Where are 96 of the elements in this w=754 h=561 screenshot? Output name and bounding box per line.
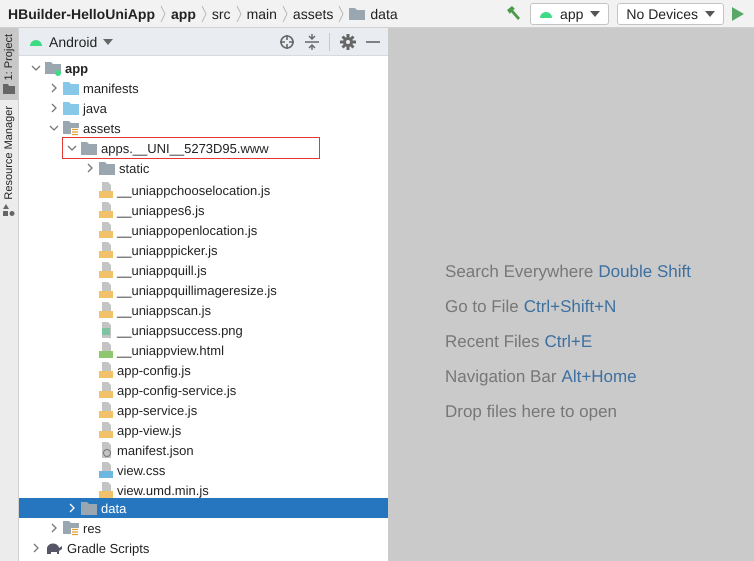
file-icon [99, 262, 113, 278]
file-icon [99, 442, 113, 458]
caret-icon [590, 10, 600, 16]
chevron-icon[interactable] [31, 543, 41, 553]
chevron-icon[interactable] [67, 503, 77, 513]
tree-item[interactable]: manifest.json [117, 442, 194, 458]
file-icon [99, 422, 113, 438]
tree-item[interactable]: __uniappscan.js [117, 302, 211, 318]
folder-icon [63, 81, 79, 95]
file-icon [99, 302, 113, 318]
chevron-icon[interactable] [67, 143, 77, 153]
tree-item[interactable]: app-service.js [117, 402, 198, 418]
tree-item[interactable]: view.umd.min.js [117, 482, 209, 498]
module-folder-icon [45, 60, 61, 76]
tree-item[interactable]: Gradle Scripts [67, 540, 150, 556]
shortcut-text: Ctrl+Shift+N [524, 297, 616, 317]
tree-item[interactable]: res [83, 520, 102, 536]
view-dropdown[interactable]: Android [27, 34, 114, 50]
tree-item[interactable]: __uniappsuccess.png [117, 322, 243, 338]
tree-item[interactable]: __uniappchooselocation.js [117, 182, 270, 198]
folder-icon [3, 84, 15, 94]
tree-item[interactable]: app [65, 60, 88, 76]
file-icon [99, 282, 113, 298]
breadcrumb-item[interactable]: data [370, 6, 398, 22]
tree-item[interactable]: app-view.js [117, 422, 182, 438]
tree-item[interactable]: __uniappopenlocation.js [117, 222, 258, 238]
settings-icon[interactable] [340, 34, 356, 50]
file-icon [99, 382, 113, 398]
chevron-icon[interactable] [49, 123, 59, 133]
chevron-icon [338, 4, 344, 24]
collapse-icon[interactable] [305, 34, 319, 50]
file-icon [99, 462, 113, 478]
tree-item[interactable]: apps.__UNI__5273D95.www [101, 140, 269, 156]
side-tab[interactable]: Resource Manager [0, 100, 18, 222]
tree-item[interactable]: app-config-service.js [117, 382, 236, 398]
target-icon[interactable] [279, 34, 295, 50]
file-icon [99, 182, 113, 198]
tree-item[interactable]: __uniappes6.js [117, 202, 204, 218]
tree-item[interactable]: app-config.js [117, 362, 191, 378]
tree-item[interactable]: java [83, 100, 107, 116]
file-icon [99, 482, 113, 498]
tree-item[interactable]: __uniapppicker.js [117, 242, 218, 258]
side-tab[interactable]: 1: Project [0, 28, 18, 100]
hint-text: Search Everywhere [445, 262, 594, 282]
tree-item[interactable]: view.css [117, 462, 166, 478]
selected-row[interactable]: data [19, 498, 388, 518]
breadcrumb-item[interactable]: HBuilder-HelloUniApp [8, 6, 155, 22]
folder-icon [81, 501, 97, 515]
file-icon [99, 322, 113, 338]
chevron-icon [200, 4, 207, 24]
file-icon [99, 202, 113, 218]
shortcut-text: Alt+Home [562, 367, 637, 387]
shortcut-text: Double Shift [598, 262, 691, 282]
breadcrumb-item[interactable]: main [246, 6, 277, 22]
tree-item[interactable]: __uniappview.html [117, 342, 224, 358]
caret-icon [103, 38, 114, 44]
chevron-icon [282, 4, 288, 24]
shapes-icon [3, 204, 15, 216]
hint-text: Navigation Bar [445, 367, 557, 387]
device-dropdown[interactable]: No Devices [617, 2, 724, 24]
folder-icon [81, 141, 97, 155]
chevron-icon [236, 4, 242, 24]
caret-icon [705, 10, 715, 16]
hint-text: Drop files here to open [445, 402, 617, 422]
folder-icon [63, 101, 79, 115]
shortcut-text: Ctrl+E [544, 332, 592, 352]
run-icon[interactable] [732, 6, 744, 20]
hint-text: Go to File [445, 297, 519, 317]
tree-item[interactable]: static [119, 160, 150, 176]
elephant-icon [45, 541, 63, 555]
file-icon [99, 402, 113, 418]
file-icon [99, 242, 113, 258]
resource-folder-icon [63, 120, 79, 136]
chevron-icon[interactable] [49, 523, 59, 533]
chevron-icon[interactable] [31, 63, 41, 73]
file-icon [99, 342, 113, 358]
chevron-icon[interactable] [49, 103, 59, 113]
tree-item[interactable]: __uniappquillimageresize.js [117, 282, 277, 298]
folder-icon [349, 7, 366, 20]
hammer-icon[interactable] [504, 4, 522, 22]
tree-item[interactable]: data [101, 500, 126, 516]
tree-item[interactable]: assets [83, 120, 121, 136]
tree-item[interactable]: __uniappquill.js [117, 262, 207, 278]
run-config-dropdown[interactable]: app [530, 2, 610, 24]
file-icon [99, 362, 113, 378]
breadcrumb-item[interactable]: assets [292, 6, 334, 22]
file-icon [99, 222, 113, 238]
folder-icon [99, 161, 115, 175]
chevron-icon [160, 4, 166, 24]
chevron-icon[interactable] [49, 83, 59, 93]
hint-text: Recent Files [445, 332, 540, 352]
breadcrumb-item[interactable]: src [212, 6, 231, 22]
chevron-icon[interactable] [85, 163, 95, 173]
breadcrumb-item[interactable]: app [171, 6, 196, 22]
tree-item[interactable]: manifests [83, 80, 139, 96]
resource-folder-icon [63, 520, 79, 536]
